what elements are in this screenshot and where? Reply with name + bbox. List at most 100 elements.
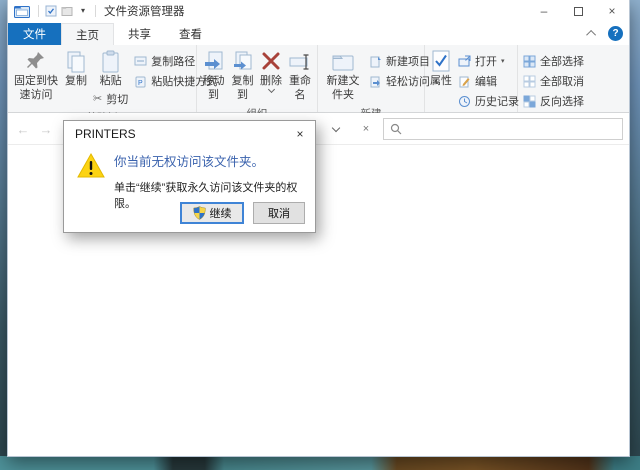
copy-to-icon: [232, 49, 254, 75]
pin-label: 固定到快速访问: [13, 75, 59, 103]
properties-button[interactable]: 属性: [427, 47, 455, 91]
easy-access-label: 轻松访问: [386, 73, 430, 89]
cut-label: 剪切: [106, 91, 128, 107]
back-icon: ←: [17, 122, 30, 137]
paste-label: 粘贴: [100, 75, 122, 89]
dialog-body: 你当前无权访问该文件夹。 单击“继续”获取永久访问该文件夹的权限。: [64, 146, 315, 204]
dialog-close-button[interactable]: ×: [285, 121, 315, 146]
forward-icon: →: [40, 122, 53, 137]
chevron-down-icon: ▾: [501, 57, 505, 65]
qat-properties-button[interactable]: [43, 3, 59, 19]
move-to-label: 移动到: [202, 75, 225, 103]
minimize-button[interactable]: –: [527, 0, 561, 22]
delete-button[interactable]: 删除: [257, 47, 285, 94]
dialog-main-text: 你当前无权访问该文件夹。: [114, 146, 315, 170]
clipboard-group-body: 固定到快速访问 复制 粘贴: [8, 47, 196, 109]
history-label: 历史记录: [475, 93, 519, 109]
scissors-icon: ✂: [93, 92, 102, 105]
collapse-ribbon-button[interactable]: [584, 25, 600, 41]
address-dropdown-button[interactable]: [326, 120, 346, 138]
copy-path-label: 复制路径: [151, 53, 195, 69]
qat-new-folder-button[interactable]: [59, 3, 75, 19]
close-button[interactable]: ×: [595, 0, 629, 22]
properties-label: 属性: [430, 75, 452, 89]
search-icon: [390, 123, 402, 135]
rename-label: 重命名: [288, 75, 312, 103]
history-button[interactable]: 历史记录: [455, 91, 522, 111]
continue-label: 继续: [210, 205, 232, 221]
search-input[interactable]: [407, 120, 622, 138]
new-folder-button[interactable]: 新建文件夹: [320, 47, 366, 105]
tab-view[interactable]: 查看: [165, 23, 216, 45]
open-button[interactable]: 打开 ▾: [455, 51, 522, 71]
ribbon-group-clipboard: 固定到快速访问 复制 粘贴: [8, 45, 197, 112]
easy-access-icon: [369, 75, 382, 88]
titlebar: ▾ 文件资源管理器 – ×: [8, 0, 629, 22]
copy-icon: [65, 49, 87, 75]
open-group-body: 属性 打开 ▾ 编辑 历: [425, 47, 517, 111]
back-button[interactable]: ←: [13, 119, 33, 139]
invert-selection-label: 反向选择: [540, 93, 584, 109]
explorer-window: ▾ 文件资源管理器 – × 文件 主页 共享 查看 ?: [7, 0, 630, 457]
open-label: 打开: [475, 53, 497, 69]
invert-selection-icon: [523, 95, 536, 108]
select-all-label: 全部选择: [540, 53, 584, 69]
forward-button[interactable]: →: [36, 119, 56, 139]
warning-icon: [77, 153, 105, 178]
copy-to-button[interactable]: 复制到: [228, 47, 257, 105]
rename-icon: [288, 49, 312, 75]
edit-button[interactable]: 编辑: [455, 71, 522, 91]
tab-file[interactable]: 文件: [8, 23, 61, 45]
ribbon-group-open: 属性 打开 ▾ 编辑 历: [425, 45, 518, 112]
properties-icon: [430, 49, 452, 75]
wallpaper-bottom-strip: [0, 456, 640, 470]
address-cancel-button[interactable]: ×: [356, 120, 376, 138]
new-group-body: 新建文件夹 新建项目 ▾ 轻松访问 ▾: [318, 47, 424, 105]
invert-selection-button[interactable]: 反向选择: [520, 91, 587, 111]
permission-dialog: PRINTERS × 你当前无权访问该文件夹。 单击“继续”获取永久访问该文件夹…: [63, 120, 316, 233]
chevron-down-icon: ▾: [81, 7, 85, 15]
paste-shortcut-icon: P: [134, 75, 147, 88]
close-icon: ×: [608, 4, 615, 18]
new-folder-small-icon: [61, 5, 73, 17]
maximize-icon: [574, 7, 583, 16]
ribbon-group-select: 全部选择 全部取消 反向选择 选择: [518, 45, 603, 112]
move-to-button[interactable]: 移动到: [199, 47, 228, 105]
tab-share[interactable]: 共享: [114, 23, 165, 45]
tab-home[interactable]: 主页: [61, 23, 114, 45]
copy-path-icon: [134, 55, 147, 67]
ribbon-filler: [603, 45, 629, 112]
pin-to-quick-access-button[interactable]: 固定到快速访问: [10, 47, 62, 105]
qat-customize-dropdown[interactable]: ▾: [75, 3, 91, 19]
select-all-button[interactable]: 全部选择: [520, 51, 587, 71]
window-title: 文件资源管理器: [104, 3, 185, 19]
select-none-button[interactable]: 全部取消: [520, 71, 587, 91]
dialog-footer: 继续 取消: [180, 202, 305, 224]
copy-to-label: 复制到: [231, 75, 254, 103]
explorer-app-icon: [14, 4, 30, 18]
cancel-button[interactable]: 取消: [253, 202, 305, 224]
edit-label: 编辑: [475, 73, 497, 89]
cancel-label: 取消: [268, 205, 290, 221]
copy-button[interactable]: 复制: [62, 47, 90, 91]
search-box: [383, 118, 623, 140]
new-folder-icon: [331, 49, 355, 75]
ribbon-group-organize: 移动到 复制到 删除: [197, 45, 318, 112]
rename-button[interactable]: 重命名: [285, 47, 315, 105]
properties-small-icon: [45, 5, 57, 17]
ribbon: 固定到快速访问 复制 粘贴: [8, 45, 629, 113]
edit-icon: [458, 75, 471, 88]
cut-button[interactable]: ✂ 剪切: [90, 89, 131, 109]
help-button[interactable]: ?: [608, 26, 623, 41]
titlebar-separator: [38, 5, 39, 17]
ribbon-group-new: 新建文件夹 新建项目 ▾ 轻松访问 ▾: [318, 45, 425, 112]
open-icon: [458, 55, 471, 68]
select-none-label: 全部取消: [540, 73, 584, 89]
maximize-button[interactable]: [561, 0, 595, 22]
chevron-down-icon: [332, 124, 340, 132]
continue-button[interactable]: 继续: [180, 202, 244, 224]
copy-label: 复制: [65, 75, 87, 89]
select-small-column: 全部选择 全部取消 反向选择: [520, 47, 587, 111]
paste-button[interactable]: 粘贴: [97, 47, 125, 89]
paste-cut-column: 粘贴 ✂ 剪切: [90, 47, 131, 109]
